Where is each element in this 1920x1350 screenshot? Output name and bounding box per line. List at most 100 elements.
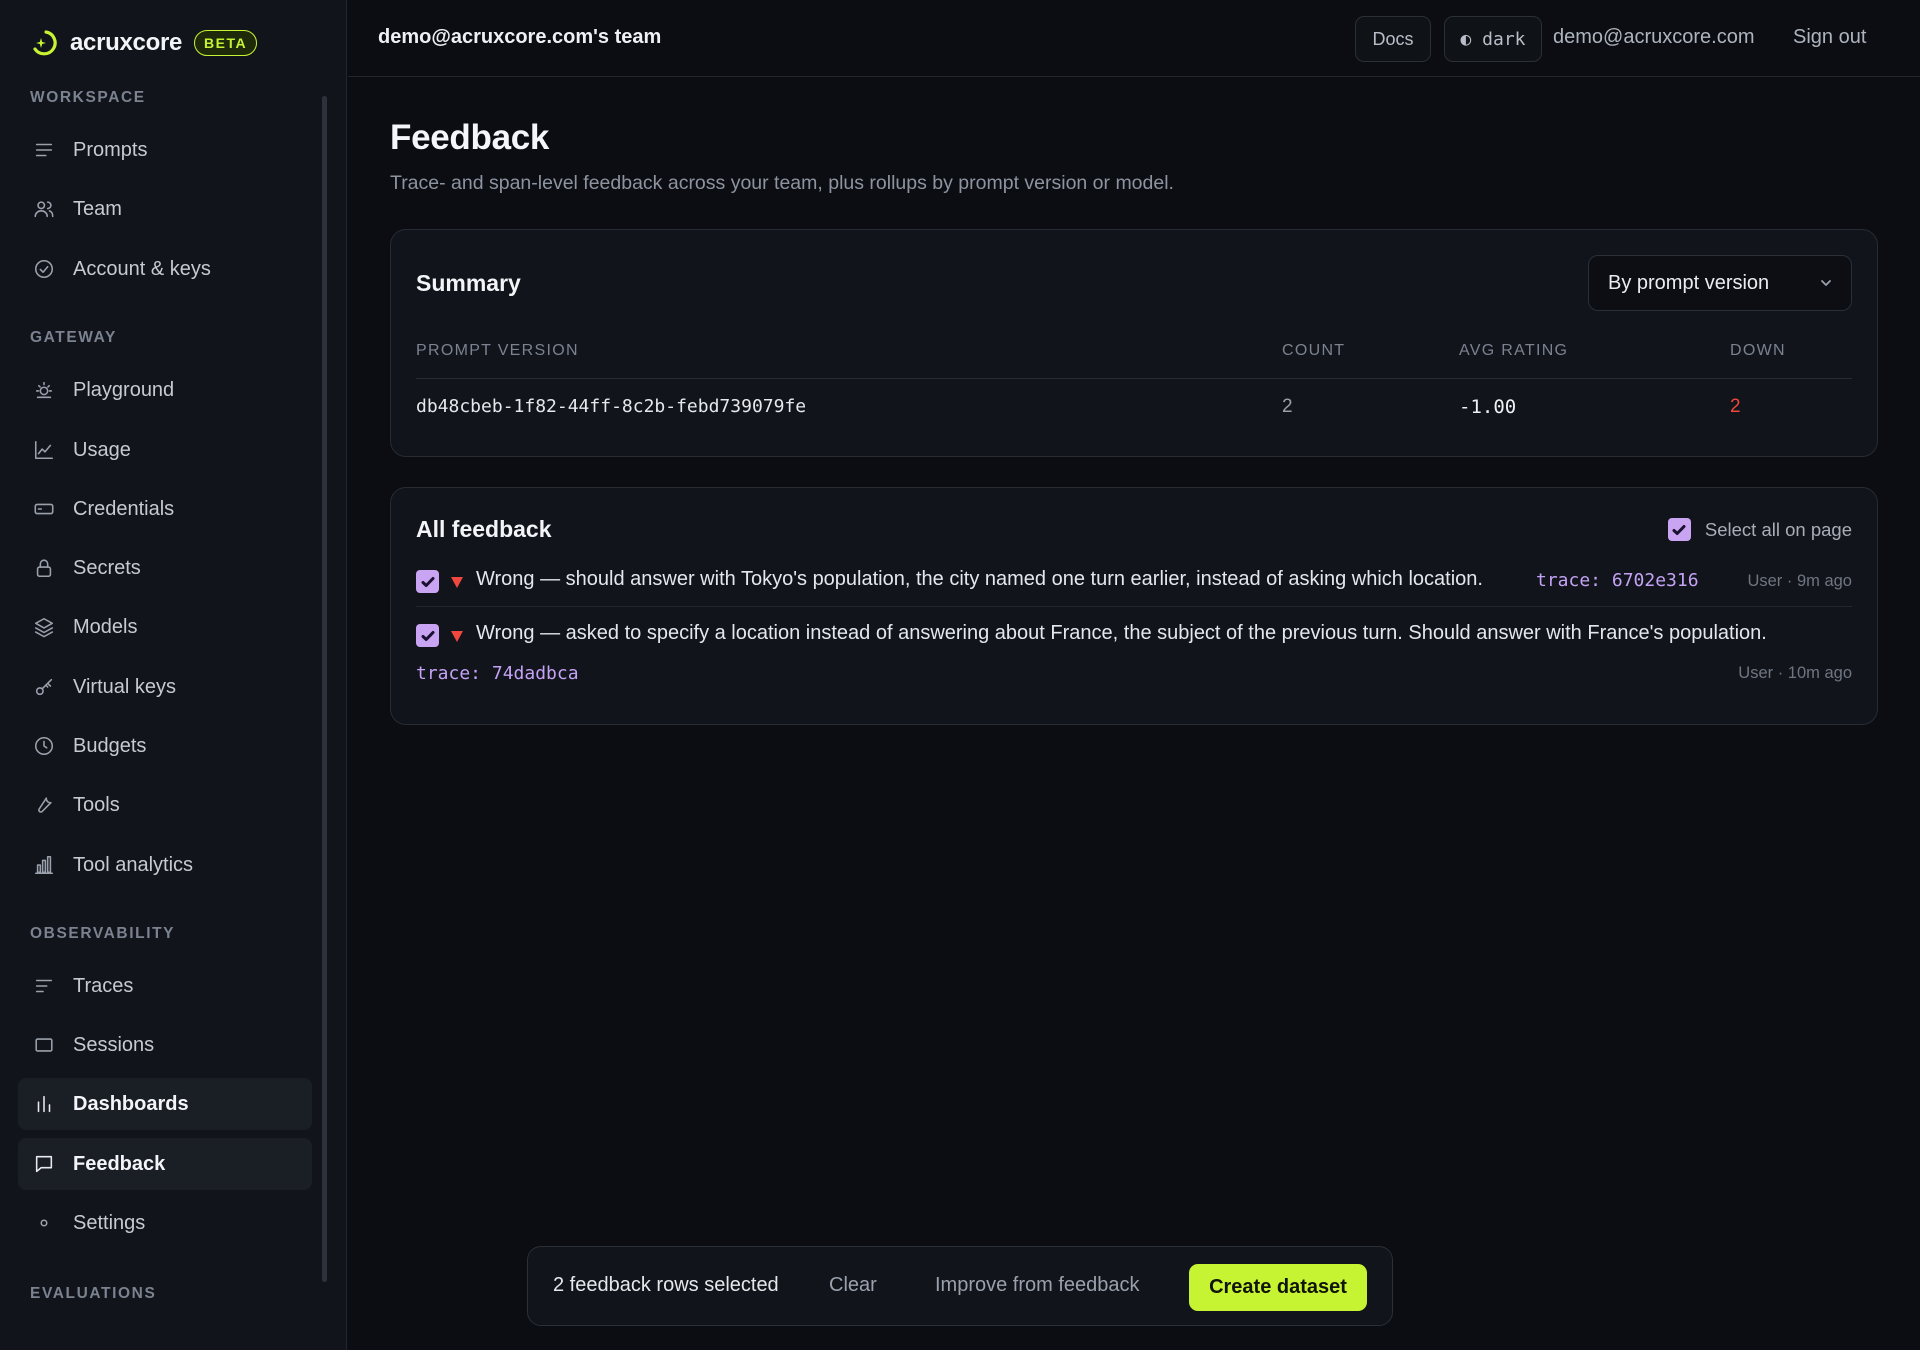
lock-icon (33, 557, 55, 579)
group-by-select[interactable]: By prompt version (1588, 255, 1852, 311)
sidebar-item-models[interactable]: Models (18, 601, 312, 653)
page-subtitle: Trace- and span-level feedback across yo… (390, 172, 1174, 194)
sidebar-item-label: Traces (73, 974, 134, 997)
checkmark-icon (421, 630, 434, 641)
sun-icon (33, 379, 55, 401)
clock-icon (33, 735, 55, 757)
section-label-gateway: GATEWAY (30, 329, 117, 346)
sidebar-item-virtual-keys[interactable]: Virtual keys (18, 661, 312, 713)
thumbs-down-indicator-icon (451, 577, 463, 588)
sidebar-item-settings[interactable]: Settings (18, 1197, 312, 1249)
sidebar-item-label: Budgets (73, 734, 147, 757)
sidebar-item-account-keys[interactable]: Account & keys (18, 243, 312, 295)
sidebar-item-prompts[interactable]: Prompts (18, 124, 312, 176)
section-label-evaluations: EVALUATIONS (30, 1285, 157, 1302)
bar-chart-icon (33, 854, 55, 876)
sidebar-item-team[interactable]: Team (18, 183, 312, 235)
sidebar-item-tool-analytics[interactable]: Tool analytics (18, 839, 312, 891)
docs-button[interactable]: Docs (1355, 16, 1431, 62)
layers-icon (33, 616, 55, 638)
sidebar-item-label: Credentials (73, 497, 175, 520)
sidebar-item-usage[interactable]: Usage (18, 424, 312, 476)
feedback-row[interactable]: Wrong — should answer with Tokyo's popul… (416, 568, 1852, 608)
sidebar-item-credentials[interactable]: Credentials (18, 483, 312, 535)
section-label-observability: OBSERVABILITY (30, 925, 176, 942)
acruxcore-logo-icon (30, 29, 58, 57)
dashboard-icon (33, 1093, 55, 1115)
sidebar: acruxcore BETA WORKSPACE GATEWAY OBSERVA… (0, 0, 347, 1350)
column-header-prompt-version[interactable]: PROMPT VERSION (416, 342, 579, 360)
feedback-meta: User · 10m ago (1738, 664, 1852, 682)
cell-avg-rating: -1.00 (1459, 396, 1517, 418)
sign-out-link[interactable]: Sign out (1793, 26, 1866, 49)
sidebar-item-secrets[interactable]: Secrets (18, 542, 312, 594)
sidebar-scrollbar-thumb[interactable] (322, 96, 327, 1282)
sidebar-item-playground[interactable]: Playground (18, 364, 312, 416)
feedback-text: Wrong — asked to specify a location inst… (476, 622, 1767, 644)
column-header-avg-rating[interactable]: AVG RATING (1459, 342, 1568, 360)
chevron-down-icon (1821, 280, 1831, 286)
select-all-checkbox[interactable] (1667, 518, 1691, 541)
traces-icon (33, 975, 55, 997)
topbar: demo@acruxcore.com's team Docs ◐ dark de… (348, 0, 1920, 77)
page-title: Feedback (390, 118, 550, 157)
sidebar-item-label: Models (73, 615, 138, 638)
improve-from-feedback-button[interactable]: Improve from feedback (935, 1274, 1140, 1297)
sidebar-item-sessions[interactable]: Sessions (18, 1019, 312, 1071)
row-checkbox[interactable] (416, 570, 439, 593)
theme-toggle-button[interactable]: ◐ dark (1444, 16, 1542, 62)
brand[interactable]: acruxcore BETA (30, 26, 258, 60)
checkmark-icon (421, 576, 434, 587)
cell-count: 2 (1282, 396, 1293, 417)
column-header-count[interactable]: COUNT (1282, 342, 1345, 360)
trace-link[interactable]: trace: 6702e316 (1536, 570, 1699, 591)
thumbs-down-indicator-icon (451, 631, 463, 642)
cell-prompt-version[interactable]: db48cbeb-1f82-44ff-8c2b-febd739079fe (416, 396, 806, 417)
summary-title: Summary (416, 270, 521, 296)
table-divider (416, 378, 1852, 379)
sidebar-item-feedback[interactable]: Feedback (18, 1138, 312, 1190)
row-divider (416, 606, 1852, 607)
sidebar-item-budgets[interactable]: Budgets (18, 720, 312, 772)
brand-name: acruxcore (70, 29, 183, 56)
summary-card: Summary By prompt version PROMPT VERSION… (390, 229, 1878, 457)
clear-selection-button[interactable]: Clear (829, 1274, 877, 1297)
beta-badge: BETA (194, 30, 258, 56)
sidebar-item-label: Virtual keys (73, 675, 177, 698)
cell-down: 2 (1730, 396, 1741, 417)
create-dataset-button[interactable]: Create dataset (1189, 1264, 1367, 1311)
select-all-control[interactable]: Select all on page (1667, 518, 1852, 541)
all-feedback-card: All feedback Select all on page Wrong — … (390, 487, 1878, 725)
selection-count: 2 feedback rows selected (553, 1274, 779, 1296)
key-icon (33, 676, 55, 698)
users-icon (33, 198, 55, 220)
row-checkbox[interactable] (416, 624, 439, 647)
checkmark-icon (1672, 524, 1686, 535)
trace-link[interactable]: trace: 74dadbca (416, 663, 579, 684)
sidebar-item-label: Usage (73, 438, 131, 461)
sidebar-item-label: Prompts (73, 138, 148, 161)
sidebar-item-label: Account & keys (73, 257, 211, 280)
sidebar-item-label: Playground (73, 378, 175, 401)
sidebar-item-dashboards[interactable]: Dashboards (18, 1078, 312, 1130)
sidebar-item-label: Tools (73, 793, 120, 816)
square-icon (33, 1034, 55, 1056)
dot-icon (33, 1212, 55, 1234)
user-email[interactable]: demo@acruxcore.com (1553, 26, 1754, 49)
column-header-down[interactable]: DOWN (1730, 342, 1786, 360)
sidebar-item-label: Tool analytics (73, 853, 194, 876)
sidebar-item-label: Feedback (73, 1152, 166, 1175)
sidebar-item-tools[interactable]: Tools (18, 779, 312, 831)
selection-action-bar: 2 feedback rows selected Clear Improve f… (527, 1246, 1393, 1326)
team-name[interactable]: demo@acruxcore.com's team (378, 26, 661, 49)
feedback-row[interactable]: Wrong — asked to specify a location inst… (416, 622, 1852, 712)
all-feedback-title: All feedback (416, 516, 552, 542)
line-chart-icon (33, 439, 55, 461)
wrench-icon (33, 794, 55, 816)
feedback-meta: User · 9m ago (1747, 572, 1852, 590)
sidebar-item-traces[interactable]: Traces (18, 960, 312, 1012)
check-circle-icon (33, 258, 55, 280)
sidebar-item-label: Settings (73, 1211, 146, 1234)
card-icon (33, 498, 55, 520)
section-label-workspace: WORKSPACE (30, 89, 146, 106)
